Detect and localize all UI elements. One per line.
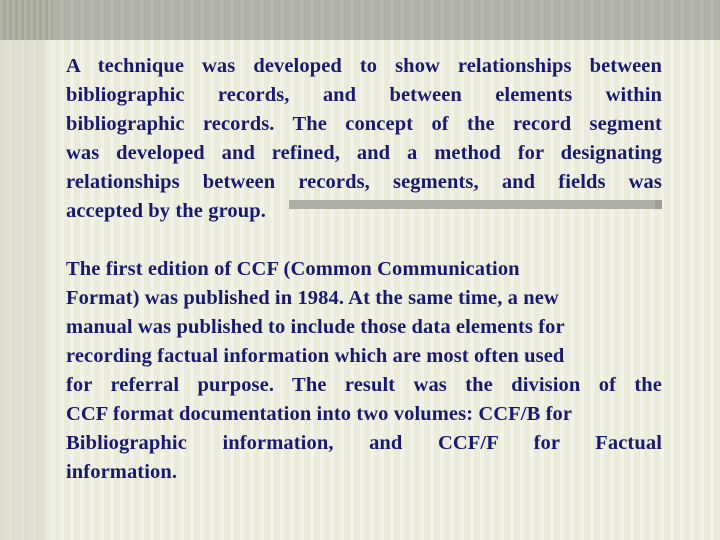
paragraph-1-line-4: was developed and refined, and a method …	[66, 142, 662, 164]
paragraph-2-line-2: Format) was published in 1984. At the sa…	[66, 287, 559, 309]
horizontal-rule-decoration	[289, 200, 662, 209]
paragraph-2-line-8: information.	[66, 461, 178, 483]
paragraph-1-line-5: relationships between records, segments,…	[66, 171, 662, 193]
paragraph-2-line-3: manual was published to include those da…	[66, 316, 565, 338]
slide-body: A technique was developed to show relati…	[66, 52, 662, 487]
paragraph-2-line-5: for referral purpose. The result was the…	[66, 374, 662, 396]
paragraph-2-line-4: recording factual information which are …	[66, 345, 565, 367]
paragraph-2-line-1: The first edition of CCF (Common Communi…	[66, 258, 520, 280]
paragraph-2: The first edition of CCF (Common Communi…	[66, 255, 662, 487]
slide-canvas: A technique was developed to show relati…	[0, 0, 720, 540]
paragraph-2-line-6: CCF format documentation into two volume…	[66, 403, 573, 425]
horizontal-rule-end-cap	[655, 200, 662, 209]
paragraph-1-line-1: A technique was developed to show relati…	[66, 55, 662, 77]
left-band-fade-overlay	[42, 40, 56, 540]
top-decorative-band	[0, 0, 720, 40]
top-decorative-band-left-segment	[0, 0, 53, 40]
paragraph-1-line-3: bibliographic records. The concept of th…	[66, 113, 662, 135]
paragraph-2-line-7: Bibliographic information, and CCF/F for…	[66, 432, 662, 454]
paragraph-1-line-2: bibliographic records, and between eleme…	[66, 84, 662, 106]
